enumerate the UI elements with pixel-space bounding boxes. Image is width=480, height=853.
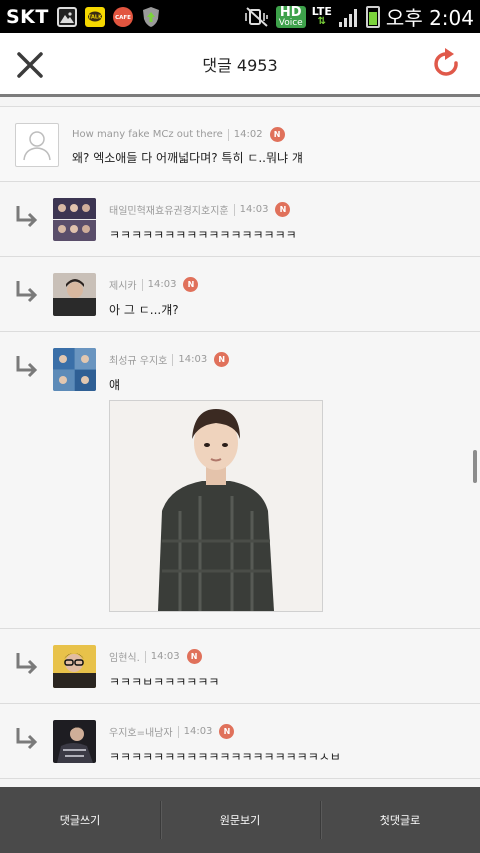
person-photo-avatar [53,645,96,688]
avatar[interactable] [53,645,96,688]
reply-item[interactable]: 최성규 우지호 14:03 N 얘 [0,332,480,629]
reply-arrow-icon [16,653,38,675]
collage-photo-avatar [53,348,96,391]
list-top-divider [0,97,480,107]
battery-icon [365,5,380,28]
scrollbar-thumb[interactable] [473,450,477,483]
reply-arrow-icon [16,356,38,378]
group-photo-avatar [53,198,96,241]
header: 댓글 4953 [0,33,480,97]
attached-photo[interactable] [109,400,323,612]
comment-text: 왜? 엑소애들 다 어깨넓다며? 특히 ㄷ..뭐냐 걔 [72,151,303,165]
comment-meta: 태일민혁재효유권경지호지훈 14:03 N [109,202,291,217]
status-bar: SKT TALK CAFE HD Voice LTE ⇅ 오후 2:04 [0,0,480,33]
comment-list[interactable]: How many fake MCz out there 14:02 N 왜? 엑… [0,97,480,787]
comment-text: 얘 [109,378,121,392]
reply-item[interactable]: 태일민혁재효유권경지호지훈 14:03 N ㅋㅋㅋㅋㅋㅋㅋㅋㅋㅋㅋㅋㅋㅋㅋㅋㅋ [0,182,480,257]
comment-meta: 우지호=내남자 14:03 N [109,724,235,739]
close-icon [17,52,43,78]
cafe-icon: CAFE [112,6,133,27]
new-badge: N [269,127,285,142]
kakaotalk-icon: TALK [84,6,105,27]
view-original-button[interactable]: 원문보기 [160,787,320,853]
comment-item[interactable]: How many fake MCz out there 14:02 N 왜? 엑… [0,107,480,182]
comment-text: ㅋㅋㅋㅋㅋㅋㅋㅋㅋㅋㅋㅋㅋㅋㅋㅋㅋㅋㅋㅅㅂ [109,750,341,764]
divider [172,353,174,366]
divider [227,128,229,141]
refresh-icon [434,48,458,76]
comment-text: ㅋㅋㅋㅋㅋㅋㅋㅋㅋㅋㅋㅋㅋㅋㅋㅋㅋ [109,228,297,242]
reply-item[interactable]: 우지호=내남자 14:03 N ㅋㅋㅋㅋㅋㅋㅋㅋㅋㅋㅋㅋㅋㅋㅋㅋㅋㅋㅋㅅㅂ [0,704,480,779]
mute-vibrate-icon [244,6,268,27]
comment-author[interactable]: 임현식. [109,649,140,664]
svg-text:TALK: TALK [88,14,103,20]
comment-author[interactable]: How many fake MCz out there [72,129,223,140]
user-silhouette-icon [23,131,51,161]
data-activity-icon: ⇅ [317,16,326,27]
close-button[interactable] [14,49,46,81]
network-type: LTE ⇅ [312,6,332,27]
divider [144,650,146,663]
comment-time: 14:03 [183,726,213,737]
reply-item[interactable]: 임현식. 14:03 N ㅋㅋㅋㅂㅋㅋㅋㅋㅋㅋ [0,629,480,704]
comment-meta: How many fake MCz out there 14:02 N [72,127,285,142]
comment-time: 14:03 [147,279,177,290]
voice-label: Voice [278,17,303,28]
comment-text: 아 그 ㄷ...걔? [109,303,179,317]
carrier-name: SKT [6,5,49,28]
hd-voice-badge: HD Voice [275,4,306,28]
new-badge: N [275,202,291,217]
first-comment-button[interactable]: 첫댓글로 [320,787,480,853]
shield-icon [141,6,161,27]
divider [233,203,235,216]
comment-meta: 최성규 우지호 14:03 N [109,352,230,367]
comment-meta: 제시카 14:03 N [109,277,199,292]
avatar[interactable] [53,273,96,316]
new-badge: N [183,277,199,292]
divider [141,278,143,291]
comment-time: 14:03 [178,354,208,365]
person-photo [110,401,322,611]
comment-author[interactable]: 제시카 [109,277,137,292]
reply-item[interactable]: 제시카 14:03 N 아 그 ㄷ...걔? [0,257,480,332]
avatar[interactable] [53,720,96,763]
comment-text: ㅋㅋㅋㅂㅋㅋㅋㅋㅋㅋ [109,675,220,689]
new-badge: N [186,649,202,664]
new-badge: N [214,352,230,367]
reply-arrow-icon [16,728,38,750]
new-badge: N [219,724,235,739]
comment-time: 14:03 [150,651,180,662]
gallery-icon [56,6,77,27]
comment-time: 14:03 [239,204,269,215]
person-photo-avatar [53,273,96,316]
comment-meta: 임현식. 14:03 N [109,649,202,664]
refresh-button[interactable] [432,47,462,81]
divider [177,725,179,738]
comment-author[interactable]: 최성규 우지호 [109,352,167,367]
default-avatar[interactable] [15,123,59,167]
reply-arrow-icon [16,206,38,228]
avatar[interactable] [53,198,96,241]
comment-author[interactable]: 태일민혁재효유권경지호지훈 [109,202,229,217]
page-title: 댓글 4953 [202,55,278,75]
bottom-action-bar: 댓글쓰기 원문보기 첫댓글로 [0,787,480,853]
signal-icon [338,8,357,27]
hd-label: HD [279,4,302,20]
write-comment-button[interactable]: 댓글쓰기 [0,787,160,853]
avatar[interactable] [53,348,96,391]
svg-text:CAFE: CAFE [115,15,131,21]
person-photo-avatar [53,720,96,763]
comment-time: 14:02 [233,129,263,140]
reply-arrow-icon [16,281,38,303]
comment-author[interactable]: 우지호=내남자 [109,724,173,739]
clock: 오후 2:04 [385,6,474,30]
